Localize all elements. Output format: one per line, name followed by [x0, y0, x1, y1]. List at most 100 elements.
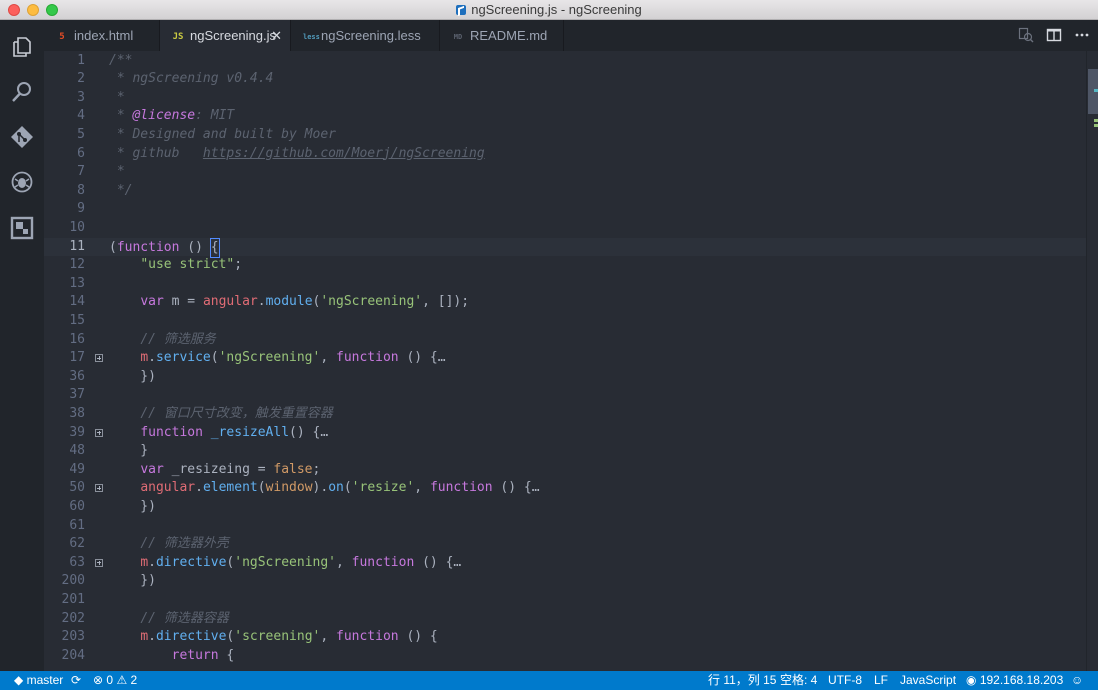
code-text[interactable]: */ — [109, 182, 133, 201]
explorer-icon[interactable] — [10, 35, 34, 59]
code-line[interactable]: 5 * Designed and built by Moer — [44, 126, 1086, 145]
code-text[interactable]: // 筛选服务 — [109, 331, 215, 350]
remote-indicator[interactable]: ◉ 192.168.18.203 — [966, 671, 1063, 690]
line-number[interactable]: 4 — [44, 107, 85, 126]
code-line[interactable]: 201 — [44, 591, 1086, 610]
code-line[interactable]: 14 var m = angular.module('ngScreening',… — [44, 293, 1086, 312]
line-number[interactable]: 50 — [44, 479, 85, 498]
line-number[interactable]: 36 — [44, 368, 85, 387]
code-text[interactable]: * @license: MIT — [109, 107, 234, 126]
split-editor-icon[interactable] — [1046, 27, 1062, 43]
fold-expand-icon[interactable] — [95, 484, 103, 493]
code-line[interactable]: 12 "use strict"; — [44, 256, 1086, 275]
code-line[interactable]: 3 * — [44, 89, 1086, 108]
line-number[interactable]: 200 — [44, 572, 85, 591]
tab-ngscreening-less[interactable]: lessngScreening.less — [291, 20, 440, 51]
line-number[interactable]: 7 — [44, 163, 85, 182]
code-text[interactable]: // 窗口尺寸改变，触发重置容器 — [109, 405, 332, 424]
code-line[interactable]: 15 — [44, 312, 1086, 331]
line-number[interactable]: 61 — [44, 517, 85, 536]
line-number[interactable]: 16 — [44, 331, 85, 350]
code-line[interactable]: 49 var _resizeing = false; — [44, 461, 1086, 480]
tab-ngscreening-js[interactable]: JS ngScreening.js ✕ — [160, 20, 291, 51]
line-number[interactable]: 48 — [44, 442, 85, 461]
code-text[interactable]: "use strict"; — [109, 256, 242, 275]
code-line[interactable]: 10 — [44, 219, 1086, 238]
problems-indicator[interactable]: ⊗ 0 ⚠ 2 — [93, 671, 137, 690]
line-number[interactable]: 6 — [44, 145, 85, 164]
code-text[interactable]: * — [109, 163, 125, 182]
line-number[interactable]: 10 — [44, 219, 85, 238]
debug-icon[interactable] — [10, 170, 34, 194]
code-text[interactable]: var m = angular.module('ngScreening', []… — [109, 293, 469, 312]
code-text[interactable]: * github https://github.com/Moerj/ngScre… — [109, 145, 485, 164]
tab-index-html[interactable]: 5 index.html — [44, 20, 160, 51]
line-number[interactable]: 9 — [44, 200, 85, 219]
code-text[interactable]: * Designed and built by Moer — [109, 126, 336, 145]
code-line[interactable]: 38 // 窗口尺寸改变，触发重置容器 — [44, 405, 1086, 424]
source-control-icon[interactable] — [10, 125, 34, 149]
more-actions-icon[interactable] — [1074, 27, 1090, 43]
line-number[interactable]: 14 — [44, 293, 85, 312]
code-line[interactable]: 13 — [44, 275, 1086, 294]
line-number[interactable]: 203 — [44, 628, 85, 647]
indentation[interactable]: 空格: 4 — [780, 671, 817, 690]
code-line[interactable]: 11 (function () { — [44, 237, 1086, 259]
sync-icon[interactable]: ⟳ — [71, 671, 81, 690]
code-text[interactable]: } — [109, 442, 148, 461]
editor-scrollbar[interactable] — [1086, 51, 1098, 671]
code-text[interactable]: // 筛选器外壳 — [109, 535, 228, 554]
search-icon[interactable] — [10, 80, 34, 104]
end-of-line[interactable]: LF — [874, 671, 888, 690]
branch-indicator[interactable]: ◆ master — [14, 671, 63, 690]
code-line[interactable]: 1 /** — [44, 52, 1086, 71]
code-text[interactable]: // 筛选器容器 — [109, 610, 228, 629]
code-line[interactable]: 4 * @license: MIT — [44, 107, 1086, 126]
code-line[interactable]: 6 * github https://github.com/Moerj/ngSc… — [44, 145, 1086, 164]
code-text[interactable]: }) — [109, 368, 156, 387]
code-editor[interactable]: 1/** 2 * ngScreening v0.4.4 3 * 4 * @licens… — [44, 51, 1086, 671]
cursor-position[interactable]: 行 11，列 15 — [708, 671, 776, 690]
code-text[interactable]: }) — [109, 498, 156, 517]
fold-expand-icon[interactable] — [95, 558, 103, 567]
code-text[interactable]: * ngScreening v0.4.4 — [109, 70, 274, 89]
line-number[interactable]: 2 — [44, 70, 85, 89]
code-line[interactable]: 200 }) — [44, 572, 1086, 591]
code-line[interactable]: 36 }) — [44, 368, 1086, 387]
line-number[interactable]: 13 — [44, 275, 85, 294]
open-changes-icon[interactable] — [1018, 27, 1034, 43]
line-number[interactable]: 204 — [44, 647, 85, 666]
tab-close-icon[interactable]: ✕ — [271, 20, 282, 51]
code-text[interactable]: angular.element(window).on('resize', fun… — [109, 479, 539, 498]
code-text[interactable]: return { — [109, 647, 235, 666]
code-line[interactable]: 203 m.directive('screening', function ()… — [44, 628, 1086, 647]
code-text[interactable]: * — [109, 89, 125, 108]
fold-expand-icon[interactable] — [95, 428, 103, 437]
code-line[interactable]: 61 — [44, 517, 1086, 536]
code-line[interactable]: 63 m.directive('ngScreening', function (… — [44, 554, 1086, 573]
line-number[interactable]: 201 — [44, 591, 85, 610]
code-line[interactable]: 60 }) — [44, 498, 1086, 517]
line-number[interactable]: 5 — [44, 126, 85, 145]
code-line[interactable]: 17 m.service('ngScreening', function () … — [44, 349, 1086, 368]
code-line[interactable]: 8 */ — [44, 182, 1086, 201]
line-number[interactable]: 17 — [44, 349, 85, 368]
line-number[interactable]: 3 — [44, 89, 85, 108]
code-text[interactable]: /** — [109, 52, 132, 71]
line-number[interactable]: 12 — [44, 256, 85, 275]
code-text[interactable]: m.directive('screening', function () { — [109, 628, 437, 647]
fold-expand-icon[interactable] — [95, 354, 103, 363]
line-number[interactable]: 202 — [44, 610, 85, 629]
line-number[interactable]: 11 — [44, 238, 85, 257]
line-number[interactable]: 60 — [44, 498, 85, 517]
line-number[interactable]: 62 — [44, 535, 85, 554]
encoding[interactable]: UTF-8 — [828, 671, 862, 690]
line-number[interactable]: 15 — [44, 312, 85, 331]
code-line[interactable]: 37 — [44, 386, 1086, 405]
feedback-smiley-icon[interactable]: ☺ — [1071, 671, 1083, 690]
code-line[interactable]: 2 * ngScreening v0.4.4 — [44, 70, 1086, 89]
code-text[interactable]: function _resizeAll() {… — [109, 424, 328, 443]
tab-readme-md[interactable]: MD README.md — [440, 20, 564, 51]
code-line[interactable]: 204 return { — [44, 647, 1086, 666]
code-line[interactable]: 48 } — [44, 442, 1086, 461]
